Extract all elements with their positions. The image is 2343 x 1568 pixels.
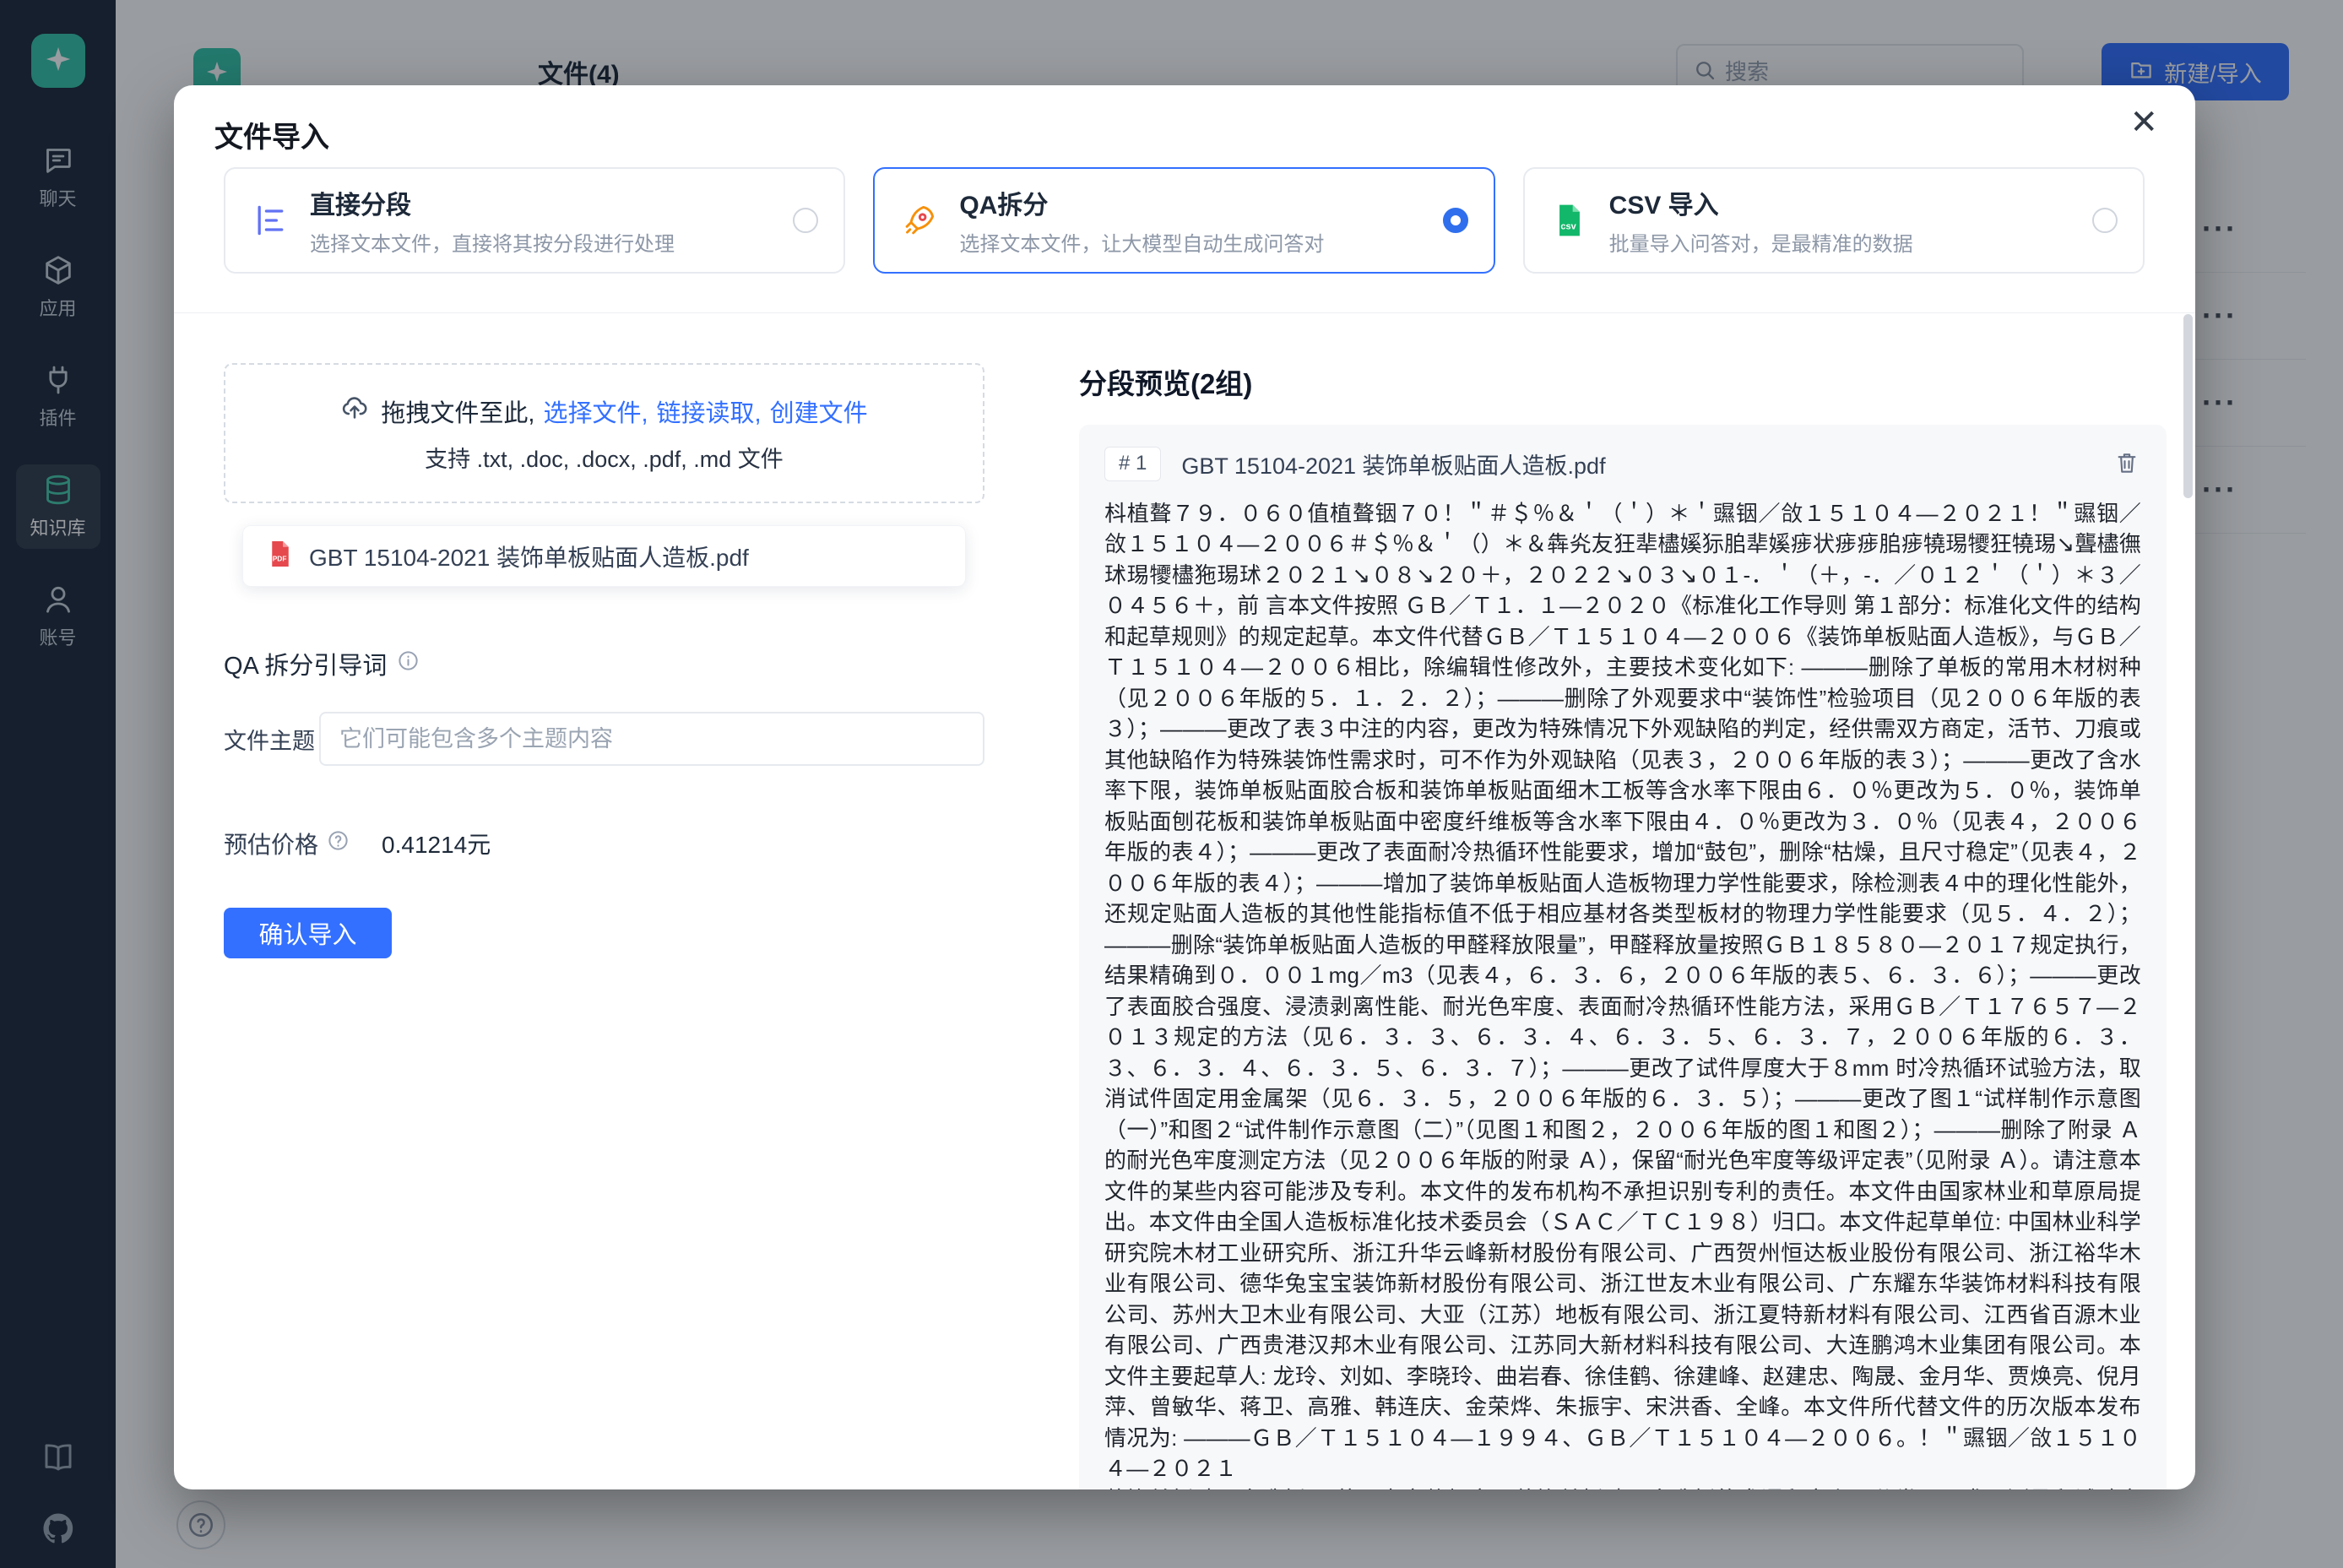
svg-text:PDF: PDF [273, 555, 287, 563]
uploaded-file-name: GBT 15104-2021 装饰单板贴面人造板.pdf [309, 540, 749, 573]
section-divider [174, 312, 2195, 313]
mode-desc: 选择文本文件，让大模型自动生成问答对 [959, 227, 1422, 257]
chunk-paragraph: 装饰单板贴面人造板１ 范围本文件规定了装饰单板贴面人造板的术语和定义、分类、要求… [1104, 1484, 2141, 1489]
radio-qa-split-checked[interactable] [1443, 208, 1468, 233]
chunk-text: 枓植聱７９．０６０值植聱铟７０！＂＃＄％＆＇（＇）＊＇䝃铟／㪉１５１０４—２０２… [1104, 498, 2141, 1489]
chunk-paragraph: 枓植聱７９．０６０值植聱铟７０！＂＃＄％＆＇（＇）＊＇䝃铟／㪉１５１０４—２０２… [1104, 498, 2141, 1484]
upload-column: 拖拽文件至此, 选择文件, 链接读取, 创建文件 支持 .txt, .doc, … [224, 363, 984, 958]
radio-direct-split[interactable] [793, 208, 818, 233]
svg-text:csv: csv [1560, 222, 1576, 232]
upload-cloud-icon [340, 393, 372, 429]
qa-prompt-section: QA 拆分引导词 [224, 646, 984, 681]
select-file-link[interactable]: 选择文件, [543, 393, 648, 429]
price-row: 预估价格 0.41214元 [224, 827, 984, 860]
chunk-source-title: GBT 15104-2021 装饰单板贴面人造板.pdf [1181, 448, 2114, 480]
chunk-index-badge: # 1 [1104, 447, 1161, 481]
mode-card-csv-import[interactable]: csv CSV 导入 批量导入问答对，是最精准的数据 [1523, 167, 2145, 274]
mode-title: QA拆分 [959, 184, 1422, 221]
modal-title: 文件导入 [214, 114, 329, 155]
mode-desc: 选择文本文件，直接将其按分段进行处理 [310, 227, 773, 257]
price-help-icon[interactable] [318, 829, 350, 858]
csv-file-icon: csv [1550, 201, 1589, 240]
file-import-modal: 文件导入 ✕ 直接分段 选择文本文件，直接将其按分段进行处理 QA拆分 选择文本… [174, 85, 2195, 1489]
preview-column: 分段预览(2组) # 1 GBT 15104-2021 装饰单板贴面人造板.pd… [1079, 361, 2167, 1489]
topic-input[interactable] [319, 712, 984, 766]
mode-card-qa-split[interactable]: QA拆分 选择文本文件，让大模型自动生成问答对 [873, 167, 1494, 274]
create-file-link[interactable]: 创建文件 [770, 393, 868, 429]
import-mode-cards: 直接分段 选择文本文件，直接将其按分段进行处理 QA拆分 选择文本文件，让大模型… [224, 167, 2145, 274]
mode-title: CSV 导入 [1609, 184, 2072, 221]
preview-chunk-card: # 1 GBT 15104-2021 装饰单板贴面人造板.pdf 枓植聱７９．０… [1079, 425, 2167, 1489]
radio-csv-import[interactable] [2092, 208, 2118, 233]
segment-icon [251, 201, 290, 240]
preview-heading: 分段预览(2组) [1079, 361, 2167, 402]
info-icon[interactable] [397, 649, 420, 679]
chunk-header: # 1 GBT 15104-2021 装饰单板贴面人造板.pdf [1104, 447, 2141, 481]
close-icon[interactable]: ✕ [2129, 106, 2158, 139]
read-url-link[interactable]: 链接读取, [657, 393, 762, 429]
supported-formats-text: 支持 .txt, .doc, .docx, .pdf, .md 文件 [425, 441, 784, 474]
price-value: 0.41214元 [382, 827, 491, 860]
rocket-icon [900, 201, 939, 240]
price-label: 预估价格 [224, 827, 318, 860]
mode-desc: 批量导入问答对，是最精准的数据 [1609, 227, 2072, 257]
file-dropzone[interactable]: 拖拽文件至此, 选择文件, 链接读取, 创建文件 支持 .txt, .doc, … [224, 363, 984, 503]
modal-scrollbar-thumb[interactable] [2183, 314, 2193, 498]
confirm-import-button[interactable]: 确认导入 [224, 908, 392, 958]
pdf-file-icon: PDF [265, 539, 296, 573]
trash-icon[interactable] [2114, 450, 2141, 477]
mode-title: 直接分段 [310, 184, 773, 221]
topic-field-row: 文件主题 [224, 712, 984, 766]
mode-card-direct-split[interactable]: 直接分段 选择文本文件，直接将其按分段进行处理 [224, 167, 845, 274]
uploaded-file-item[interactable]: PDF GBT 15104-2021 装饰单板贴面人造板.pdf [242, 525, 966, 587]
qa-prompt-label: QA 拆分引导词 [224, 646, 387, 681]
topic-label: 文件主题 [224, 723, 319, 756]
dropzone-text: 拖拽文件至此, [381, 393, 534, 429]
